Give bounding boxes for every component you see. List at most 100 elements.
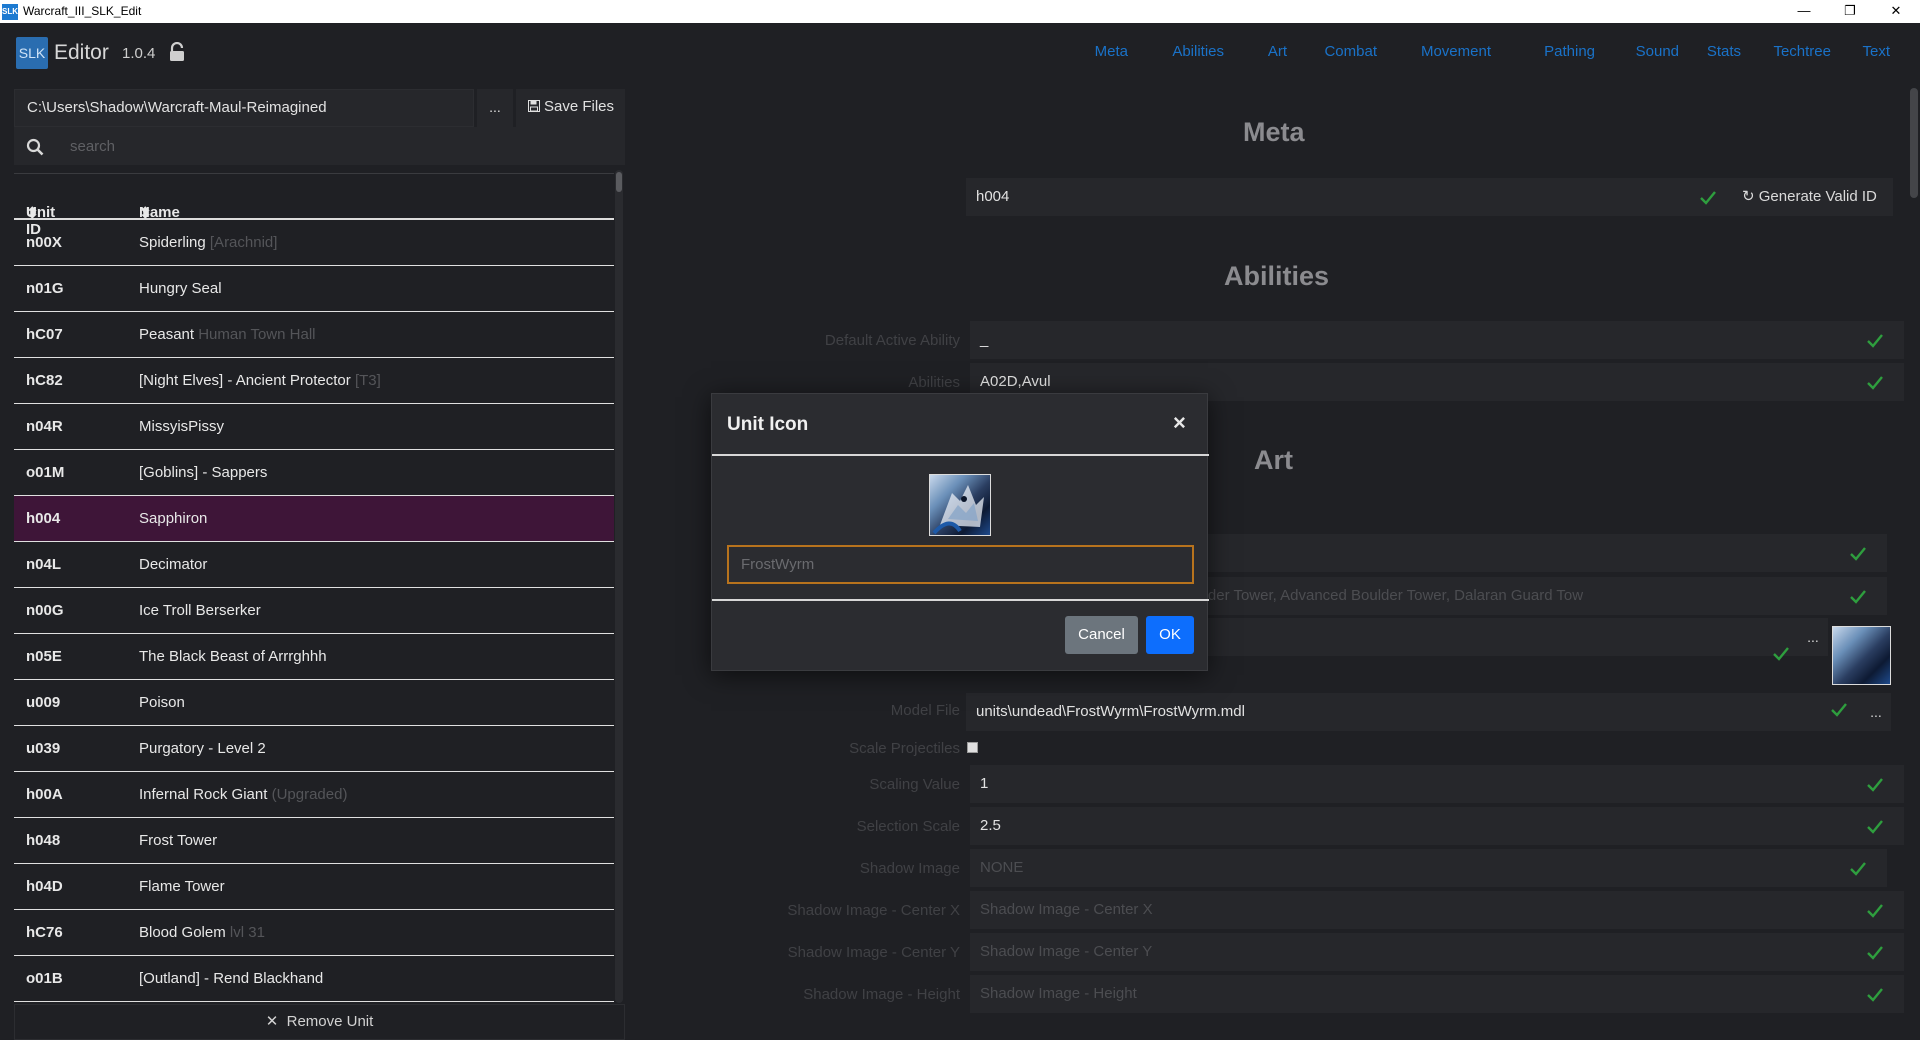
- table-row[interactable]: h04D Flame Tower: [14, 864, 614, 910]
- unit-name-cell: Ice Troll Berserker: [139, 602, 261, 619]
- section-title-abilities: Abilities: [1224, 261, 1330, 291]
- nav-meta[interactable]: Meta: [1095, 43, 1128, 60]
- check-icon: [1700, 191, 1716, 205]
- default-active-ability-field[interactable]: _: [970, 321, 1904, 359]
- nav-stats[interactable]: Stats: [1707, 43, 1741, 60]
- icon-name-input[interactable]: FrostWyrm: [727, 545, 1194, 584]
- unit-id-cell: hC07: [26, 326, 63, 343]
- browse-path-button[interactable]: ...: [477, 89, 513, 127]
- selection-scale-field[interactable]: 2.5: [970, 807, 1904, 845]
- table-row[interactable]: u039 Purgatory - Level 2: [14, 726, 614, 772]
- table-row[interactable]: h004 Sapphiron: [14, 496, 614, 542]
- editor-scrollbar-thumb[interactable]: [1910, 88, 1918, 198]
- table-row[interactable]: h00A Infernal Rock Giant (Upgraded): [14, 772, 614, 818]
- unit-name-cell: Peasant Human Town Hall: [139, 326, 316, 343]
- nav-art[interactable]: Art: [1268, 43, 1287, 60]
- unit-id-cell: n04R: [26, 418, 63, 435]
- table-row[interactable]: n04L Decimator: [14, 542, 614, 588]
- nav-combat[interactable]: Combat: [1324, 43, 1377, 60]
- modal-close-icon[interactable]: ×: [1173, 412, 1186, 434]
- scaling-value-field[interactable]: 1: [970, 765, 1904, 803]
- save-files-button[interactable]: Save Files: [516, 89, 625, 127]
- check-icon: [1850, 547, 1866, 561]
- project-path-field[interactable]: C:\Users\Shadow\Warcraft-Maul-Reimagined: [14, 89, 474, 127]
- table-row[interactable]: o01B [Outland] - Rend Blackhand: [14, 956, 614, 1002]
- unit-name-cell: Poison: [139, 694, 185, 711]
- close-window-button[interactable]: ✕: [1873, 0, 1919, 23]
- shadow-center-y-field[interactable]: Shadow Image - Center Y: [970, 933, 1904, 971]
- table-row[interactable]: n00X Spiderling [Arachnid]: [14, 220, 614, 266]
- scale-projectiles-checkbox[interactable]: [967, 742, 978, 753]
- selection-scale-label: Selection Scale: [856, 818, 960, 835]
- nav-text[interactable]: Text: [1862, 43, 1890, 60]
- browse-icon-button[interactable]: ...: [1798, 618, 1828, 656]
- remove-unit-button[interactable]: ✕ Remove Unit: [14, 1004, 625, 1040]
- unit-name-cell: [Night Elves] - Ancient Protector [T3]: [139, 372, 381, 389]
- nav-movement[interactable]: Movement: [1421, 43, 1491, 60]
- unit-icon-preview[interactable]: [1832, 626, 1891, 685]
- nav-pathing[interactable]: Pathing: [1544, 43, 1595, 60]
- table-row[interactable]: n00G Ice Troll Berserker: [14, 588, 614, 634]
- unit-name: The Black Beast of Arrrghhh: [139, 648, 327, 665]
- check-icon: [1850, 862, 1866, 876]
- table-row[interactable]: n01G Hungry Seal: [14, 266, 614, 312]
- slk-logo: SLK: [16, 37, 48, 69]
- list-scrollbar[interactable]: [615, 170, 623, 1003]
- unit-name-cell: Sapphiron: [139, 510, 207, 527]
- unit-id-cell: hC82: [26, 372, 63, 389]
- generate-label: Generate Valid ID: [1758, 188, 1877, 205]
- window-title: Warcraft_III_SLK_Edit: [23, 4, 142, 18]
- unit-id-cell: n05E: [26, 648, 62, 665]
- shadow-center-x-field[interactable]: Shadow Image - Center X: [970, 891, 1904, 929]
- browse-model-button[interactable]: ...: [1861, 693, 1891, 731]
- nav-sound[interactable]: Sound: [1636, 43, 1679, 60]
- refresh-icon: ↻: [1742, 188, 1755, 205]
- table-body: n00X Spiderling [Arachnid] n01G Hungry Seal…: [14, 220, 614, 1002]
- minimize-button[interactable]: —: [1781, 0, 1827, 23]
- table-row[interactable]: hC76 Blood Golem lvl 31: [14, 910, 614, 956]
- lock-icon[interactable]: [168, 42, 186, 62]
- unit-id-cell: hC76: [26, 924, 63, 941]
- unit-suffix: [T3]: [354, 372, 381, 389]
- list-scrollbar-thumb[interactable]: [616, 172, 622, 192]
- check-icon: [1867, 988, 1883, 1002]
- check-icon: [1831, 703, 1847, 717]
- check-icon: [1773, 647, 1789, 661]
- unit-name: Decimator: [139, 556, 208, 573]
- version-label: 1.0.4: [122, 45, 156, 62]
- close-icon: ✕: [265, 1013, 279, 1030]
- unit-name: Sapphiron: [139, 510, 208, 527]
- unit-name-cell: Decimator: [139, 556, 207, 573]
- table-row[interactable]: hC82 [Night Elves] - Ancient Protector [T…: [14, 358, 614, 404]
- search-input[interactable]: [54, 127, 624, 165]
- nav-techtree[interactable]: Techtree: [1773, 43, 1831, 60]
- table-row[interactable]: hC07 Peasant Human Town Hall: [14, 312, 614, 358]
- maximize-button[interactable]: ❐: [1827, 0, 1873, 23]
- check-icon: [1867, 334, 1883, 348]
- shadow-image-label: Shadow Image: [859, 860, 960, 877]
- modal-title: Unit Icon: [727, 414, 809, 435]
- ok-button[interactable]: OK: [1146, 616, 1194, 654]
- table-row[interactable]: n05E The Black Beast of Arrrghhh: [14, 634, 614, 680]
- shadow-height-field[interactable]: Shadow Image - Height: [970, 975, 1904, 1013]
- editor-scrollbar[interactable]: [1909, 88, 1919, 1040]
- unit-id-cell: o01B: [26, 970, 63, 987]
- shadow-image-field[interactable]: NONE: [970, 849, 1887, 887]
- unit-name: Hungry Seal: [139, 280, 222, 297]
- unit-id-field[interactable]: h004: [966, 178, 1748, 216]
- table-row[interactable]: h048 Frost Tower: [14, 818, 614, 864]
- frost-wyrm-icon: [929, 474, 991, 536]
- model-file-field[interactable]: units\undead\FrostWyrm\FrostWyrm.mdl: [966, 693, 1866, 731]
- table-row[interactable]: o01M [Goblins] - Sappers: [14, 450, 614, 496]
- unit-suffix: [Arachnid]: [209, 234, 278, 251]
- unit-name: Frost Tower: [139, 832, 218, 849]
- table-row[interactable]: n04R MissyisPissy: [14, 404, 614, 450]
- cancel-button[interactable]: Cancel: [1065, 616, 1138, 654]
- nav-abilities[interactable]: Abilities: [1172, 43, 1224, 60]
- unit-id-cell: n00X: [26, 234, 62, 251]
- table-row[interactable]: u009 Poison: [14, 680, 614, 726]
- unit-suffix: (Upgraded): [271, 786, 348, 803]
- unit-name: Ice Troll Berserker: [139, 602, 261, 619]
- generate-valid-id-button[interactable]: ↻ Generate Valid ID: [1730, 178, 1893, 216]
- unit-name-cell: The Black Beast of Arrrghhh: [139, 648, 327, 665]
